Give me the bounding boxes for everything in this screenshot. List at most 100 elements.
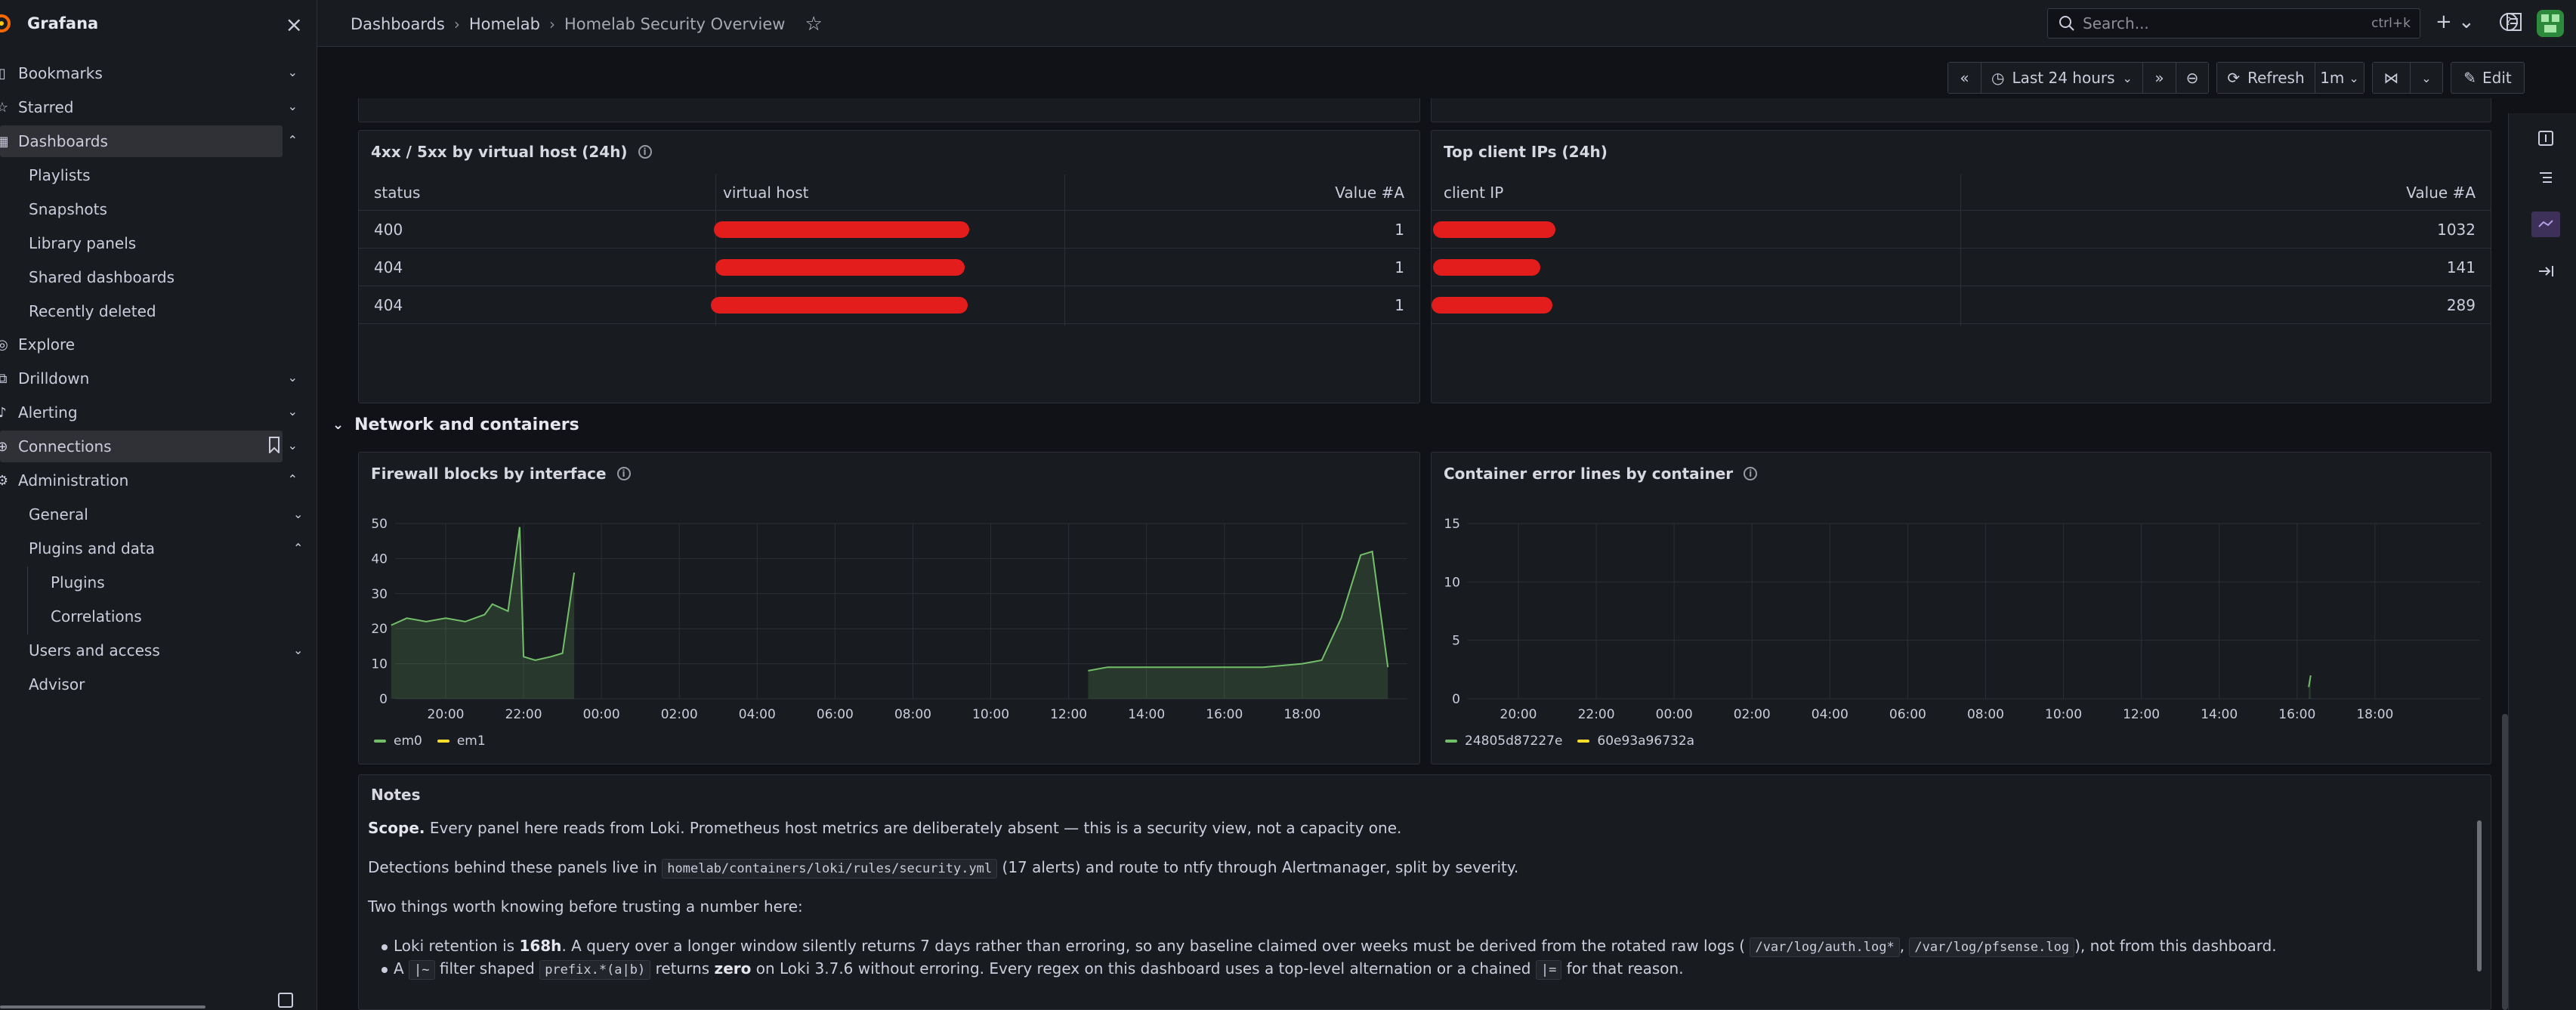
sidebar-item-dashboards[interactable]: ▦ Dashboards ⌃: [0, 125, 298, 157]
chevron-down-icon[interactable]: ⌄: [288, 370, 298, 385]
dock-menu-icon[interactable]: [278, 993, 293, 1008]
column-header-status[interactable]: status: [374, 175, 420, 210]
add-panel-icon[interactable]: [2536, 128, 2556, 148]
chevron-up-icon[interactable]: ⌃: [293, 541, 303, 555]
column-header-client-ip[interactable]: client IP: [1444, 175, 1503, 210]
note-text: . A query over a longer window silently …: [561, 937, 1746, 955]
sidebar-item-drilldown[interactable]: ⧉ Drilldown ⌄: [0, 363, 298, 394]
table-row[interactable]: 141: [1432, 249, 2491, 286]
search-input[interactable]: [2083, 14, 2332, 32]
outline-icon[interactable]: [2536, 168, 2556, 187]
chevron-up-icon[interactable]: ⌃: [288, 133, 298, 147]
sidebar-item-label: General: [29, 505, 88, 524]
refresh-button[interactable]: ⟳ Refresh: [2216, 62, 2315, 94]
notes-scrollbar[interactable]: [2477, 820, 2482, 971]
sidebar-item-starred[interactable]: ☆ Starred ⌄: [0, 91, 298, 123]
chevron-down-icon[interactable]: ⌄: [288, 99, 298, 113]
chevron-down-icon[interactable]: ⌄: [288, 404, 298, 419]
page-scrollbar[interactable]: [2502, 714, 2508, 1010]
note-bullet-retention: Loki retention is 168h. A query over a l…: [394, 937, 2277, 957]
sidebar-item-library-panels[interactable]: Library panels: [29, 234, 136, 252]
table-row[interactable]: 400 1: [359, 211, 1419, 249]
sidebar-item-explore[interactable]: ◎ Explore: [0, 329, 283, 360]
sidebar-item-correlations[interactable]: Correlations: [51, 607, 142, 625]
x-tick-label: 14:00: [2201, 707, 2238, 722]
panel-title: 4xx / 5xx by virtual host (24h) i: [371, 143, 652, 161]
collapse-rail-icon[interactable]: [2536, 261, 2556, 281]
sidebar-scrollbar[interactable]: [0, 1005, 205, 1008]
avatar[interactable]: [2535, 8, 2565, 39]
table-row[interactable]: 289: [1432, 286, 2491, 324]
sidebar-item-plugins[interactable]: Plugins: [51, 573, 105, 591]
legend-item-em0[interactable]: em0: [394, 734, 422, 749]
sidebar-item-general[interactable]: General ⌄: [29, 505, 303, 524]
firewall-blocks-panel[interactable]: Firewall blocks by interface i 0 10 20 30 40…: [358, 452, 1420, 764]
sidebar-item-alerting[interactable]: ♪ Alerting ⌄: [0, 397, 298, 428]
note-text: ,: [1899, 937, 1905, 955]
info-icon[interactable]: i: [638, 145, 652, 159]
variables-icon[interactable]: [2536, 215, 2556, 234]
breadcrumb-homelab[interactable]: Homelab: [469, 15, 540, 33]
chevron-down-icon[interactable]: ⌄: [288, 65, 298, 79]
legend-swatch: [374, 740, 386, 743]
sidebar-item-playlists[interactable]: Playlists: [29, 166, 91, 184]
legend-item-container-2[interactable]: 60e93a96732a: [1597, 734, 1694, 749]
top-client-ips-panel[interactable]: Top client IPs (24h) client IP Value #A …: [1431, 130, 2491, 403]
sidebar-item-users-and-access[interactable]: Users and access ⌄: [29, 641, 303, 659]
share-menu-button[interactable]: ⌄: [2410, 62, 2443, 94]
chevron-down-icon[interactable]: ⌄: [293, 507, 303, 521]
sidebar-item-snapshots[interactable]: Snapshots: [29, 200, 107, 218]
info-icon[interactable]: i: [1744, 467, 1758, 480]
info-icon[interactable]: i: [616, 467, 631, 480]
sidebar-item-administration[interactable]: ⚙ Administration ⌃: [0, 465, 298, 496]
table-row[interactable]: 404 1: [359, 249, 1419, 286]
column-header-value[interactable]: Value #A: [1335, 175, 1404, 210]
x-tick-label: 16:00: [2278, 707, 2315, 722]
edit-button[interactable]: ✎ Edit: [2451, 62, 2525, 94]
sidebar-item-connections[interactable]: ⊕ Connections ⌄: [0, 431, 298, 462]
sidebar-item-shared-dashboards[interactable]: Shared dashboards: [29, 268, 175, 286]
breadcrumb-dashboards[interactable]: Dashboards: [351, 15, 445, 33]
y-tick-label: 0: [1452, 692, 1460, 707]
time-picker-button[interactable]: ◷ Last 24 hours ⌄: [1981, 62, 2142, 94]
notes-panel[interactable]: Notes Scope. Every panel here reads from…: [358, 774, 2491, 1010]
row-header-network-containers[interactable]: ⌄ Network and containers: [332, 415, 579, 434]
legend-item-em1[interactable]: em1: [457, 734, 486, 749]
sidebar-item-advisor[interactable]: Advisor: [29, 675, 85, 693]
news-icon[interactable]: [2505, 11, 2523, 32]
column-header-value[interactable]: Value #A: [2406, 175, 2476, 210]
table-row[interactable]: 404 1: [359, 286, 1419, 324]
bookmark-outline-icon[interactable]: [269, 437, 280, 453]
add-new-icon[interactable]: + ⌄: [2435, 11, 2475, 33]
container-errors-panel[interactable]: Container error lines by container i 0 5 1…: [1431, 452, 2491, 764]
zoom-out-button[interactable]: ⊖: [2176, 62, 2209, 94]
close-menu-icon[interactable]: ×: [286, 12, 303, 37]
container-errors-chart[interactable]: 0 5 10 15 20:00 22:00 00:00 02:00 04:00 06:00 08:0…: [1432, 490, 2492, 762]
sidebar-item-label: Snapshots: [29, 200, 107, 218]
sidebar-item-bookmarks[interactable]: ▯ Bookmarks ⌄: [0, 57, 298, 89]
chevron-down-icon[interactable]: ⌄: [293, 643, 303, 657]
shift-forward-button[interactable]: »: [2142, 62, 2176, 94]
chevron-down-icon[interactable]: ⌄: [288, 438, 298, 452]
y-tick-label: 50: [371, 517, 388, 532]
column-header-virtual-host[interactable]: virtual host: [723, 175, 808, 210]
sidebar-item-label: Plugins and data: [29, 539, 156, 558]
sidebar-item-recently-deleted[interactable]: Recently deleted: [29, 302, 156, 320]
table-row[interactable]: 1032: [1432, 211, 2491, 249]
sidebar-item-label: Correlations: [51, 607, 142, 625]
sidebar-item-plugins-and-data[interactable]: Plugins and data ⌃: [29, 539, 303, 558]
firewall-chart[interactable]: 0 10 20 30 40 50 20:00 22:00 00:00 02:00 04:00 06:0…: [359, 490, 1421, 762]
redaction-mark: [1432, 297, 1552, 314]
x-tick-label: 04:00: [739, 707, 776, 722]
star-icon[interactable]: ☆: [805, 13, 822, 36]
chevron-up-icon[interactable]: ⌃: [288, 472, 298, 486]
refresh-interval-picker[interactable]: 1m ⌄: [2315, 62, 2364, 94]
shift-back-button[interactable]: «: [1947, 62, 1981, 94]
legend-item-container-1[interactable]: 24805d87227e: [1465, 734, 1562, 749]
search-box[interactable]: ctrl+k: [2047, 8, 2420, 39]
grafana-logo-icon[interactable]: [0, 12, 17, 35]
cell-value: 1: [1395, 258, 1404, 276]
panel-title: Top client IPs (24h): [1444, 143, 1608, 161]
status-by-vhost-panel[interactable]: 4xx / 5xx by virtual host (24h) i status…: [358, 130, 1420, 403]
share-button[interactable]: ⋈: [2372, 62, 2410, 94]
